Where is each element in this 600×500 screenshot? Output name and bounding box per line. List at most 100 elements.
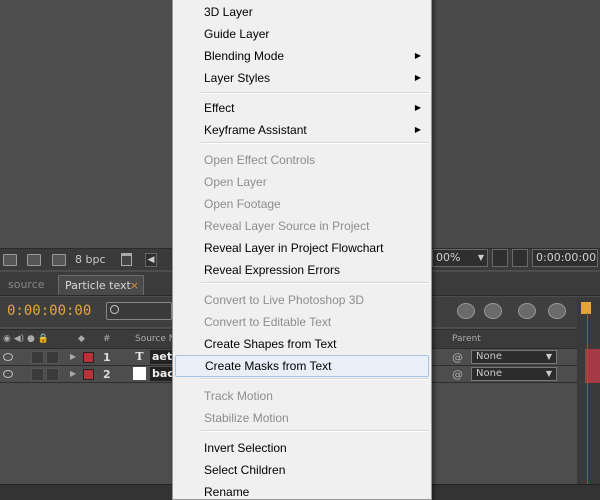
menu-item-label: Reveal Expression Errors bbox=[204, 263, 341, 277]
timeline-track-area[interactable] bbox=[577, 297, 600, 500]
menu-item-create-masks-from-text[interactable]: Create Masks from Text bbox=[175, 355, 429, 377]
menu-item-rename[interactable]: Rename bbox=[173, 481, 431, 500]
label-color-swatch[interactable] bbox=[83, 369, 94, 380]
menu-item-label: Invert Selection bbox=[204, 441, 287, 455]
menu-item-select-children[interactable]: Select Children bbox=[173, 459, 431, 481]
layer-name[interactable]: bac bbox=[150, 367, 172, 381]
menu-item-reveal-layer-in-project-flowchart[interactable]: Reveal Layer in Project Flowchart bbox=[173, 237, 431, 259]
menu-item-3d-layer[interactable]: 3D Layer bbox=[173, 1, 431, 23]
playhead-line bbox=[587, 313, 588, 500]
layer-number: 2 bbox=[103, 368, 111, 381]
current-time-display[interactable]: 0:00:00:00 bbox=[532, 249, 598, 267]
layer-name[interactable]: aet bbox=[150, 350, 172, 364]
menu-item-label: Rename bbox=[204, 485, 250, 499]
menu-separator bbox=[201, 378, 429, 380]
new-folder-icon[interactable] bbox=[27, 254, 41, 266]
close-icon[interactable]: × bbox=[130, 276, 139, 296]
current-time-indicator[interactable] bbox=[581, 302, 591, 314]
label-column-icon: ◆ bbox=[78, 334, 85, 344]
menu-item-convert-to-live-photoshop-3d: Convert to Live Photoshop 3D bbox=[173, 289, 431, 311]
menu-item-reveal-layer-source-in-project: Reveal Layer Source in Project bbox=[173, 215, 431, 237]
parent-value: None bbox=[476, 368, 503, 379]
column-source-name[interactable]: Source N bbox=[135, 334, 176, 344]
menu-item-label: Open Layer bbox=[204, 175, 267, 189]
interpret-footage-icon[interactable] bbox=[3, 254, 17, 266]
region-of-interest-button[interactable] bbox=[492, 249, 508, 267]
menu-separator bbox=[201, 282, 429, 284]
tab-source-label: source bbox=[8, 278, 45, 291]
graph-editor-icon[interactable] bbox=[548, 303, 566, 319]
chevron-down-icon: ▼ bbox=[545, 352, 552, 361]
timeline-search-input[interactable] bbox=[106, 302, 172, 320]
lock-switch[interactable] bbox=[46, 351, 59, 364]
lock-switch[interactable] bbox=[46, 368, 59, 381]
search-icon bbox=[110, 305, 119, 314]
menu-item-label: Open Footage bbox=[204, 197, 281, 211]
label-color-swatch[interactable] bbox=[83, 352, 94, 363]
menu-item-label: Track Motion bbox=[204, 389, 273, 403]
menu-item-create-shapes-from-text[interactable]: Create Shapes from Text bbox=[173, 333, 431, 355]
text-layer-icon: T bbox=[135, 350, 144, 363]
submenu-arrow-icon: ▶ bbox=[414, 125, 421, 134]
menu-item-label: Guide Layer bbox=[204, 27, 270, 41]
column-parent: Parent bbox=[452, 334, 481, 344]
menu-item-effect[interactable]: Effect ▶ bbox=[173, 97, 431, 119]
menu-item-label: Convert to Editable Text bbox=[204, 315, 332, 329]
menu-item-label: Select Children bbox=[204, 463, 286, 477]
frame-blending-icon[interactable] bbox=[518, 303, 536, 319]
menu-item-label: Effect bbox=[204, 101, 235, 115]
magnification-value: 00% bbox=[436, 251, 461, 264]
timeline-timecode[interactable]: 0:00:00:00 bbox=[7, 303, 91, 319]
submenu-arrow-icon: ▶ bbox=[414, 51, 421, 60]
menu-item-invert-selection[interactable]: Invert Selection bbox=[173, 437, 431, 459]
magnification-dropdown[interactable]: 00% ▼ bbox=[432, 249, 488, 267]
expand-arrow-icon[interactable]: ▶ bbox=[70, 352, 76, 361]
pick-whip-icon[interactable]: @ bbox=[452, 368, 463, 381]
menu-item-label: Reveal Layer Source in Project bbox=[204, 219, 370, 233]
bit-depth-label[interactable]: 8 bpc bbox=[75, 253, 106, 266]
submenu-arrow-icon: ▶ bbox=[414, 73, 421, 82]
menu-item-label: Reveal Layer in Project Flowchart bbox=[204, 241, 384, 255]
menu-item-reveal-expression-errors[interactable]: Reveal Expression Errors bbox=[173, 259, 431, 281]
expand-arrow-icon[interactable]: ▶ bbox=[70, 369, 76, 378]
menu-separator bbox=[201, 92, 429, 94]
draft-3d-icon[interactable] bbox=[457, 303, 475, 319]
menu-item-open-layer: Open Layer bbox=[173, 171, 431, 193]
menu-item-label: Blending Mode bbox=[204, 49, 285, 63]
parent-value: None bbox=[476, 351, 503, 362]
solid-layer-icon bbox=[133, 367, 146, 380]
trash-icon[interactable] bbox=[121, 253, 132, 266]
menu-item-label: Convert to Live Photoshop 3D bbox=[204, 293, 365, 307]
parent-dropdown[interactable]: None ▼ bbox=[471, 350, 557, 364]
menu-item-label: 3D Layer bbox=[204, 5, 253, 19]
tab-source[interactable]: source bbox=[2, 275, 51, 295]
parent-dropdown[interactable]: None ▼ bbox=[471, 367, 557, 381]
tab-particle-text[interactable]: Particle text × bbox=[58, 275, 144, 295]
scroll-left-icon[interactable]: ◀ bbox=[145, 253, 157, 267]
av-features-icon[interactable]: ◉ ◀) ● 🔒 bbox=[3, 334, 49, 344]
transparency-grid-button[interactable] bbox=[512, 249, 528, 267]
eye-icon[interactable] bbox=[3, 353, 13, 361]
motion-blur-icon[interactable] bbox=[484, 303, 502, 319]
solo-switch[interactable] bbox=[31, 368, 44, 381]
menu-item-open-footage: Open Footage bbox=[173, 193, 431, 215]
menu-item-label: Open Effect Controls bbox=[204, 153, 316, 167]
viewer-panel-right bbox=[432, 0, 600, 248]
layer-context-menu: 3D Layer Guide Layer Blending Mode ▶ Layer S… bbox=[172, 0, 432, 500]
menu-item-keyframe-assistant[interactable]: Keyframe Assistant ▶ bbox=[173, 119, 431, 141]
layer-number: 1 bbox=[103, 351, 111, 364]
menu-item-layer-styles[interactable]: Layer Styles ▶ bbox=[173, 67, 431, 89]
menu-item-label: Layer Styles bbox=[204, 71, 271, 85]
solo-switch[interactable] bbox=[31, 351, 44, 364]
tab-particle-text-label: Particle text bbox=[65, 279, 131, 292]
pick-whip-icon[interactable]: @ bbox=[452, 351, 463, 364]
current-time-value: 0:00:00:00 bbox=[536, 251, 597, 264]
new-composition-icon[interactable] bbox=[52, 254, 66, 266]
menu-item-open-effect-controls: Open Effect Controls bbox=[173, 149, 431, 171]
menu-item-guide-layer[interactable]: Guide Layer bbox=[173, 23, 431, 45]
menu-item-blending-mode[interactable]: Blending Mode ▶ bbox=[173, 45, 431, 67]
chevron-down-icon: ▼ bbox=[545, 369, 552, 378]
eye-icon[interactable] bbox=[3, 370, 13, 378]
menu-item-label: Create Masks from Text bbox=[205, 359, 332, 373]
menu-item-label: Keyframe Assistant bbox=[204, 123, 307, 137]
